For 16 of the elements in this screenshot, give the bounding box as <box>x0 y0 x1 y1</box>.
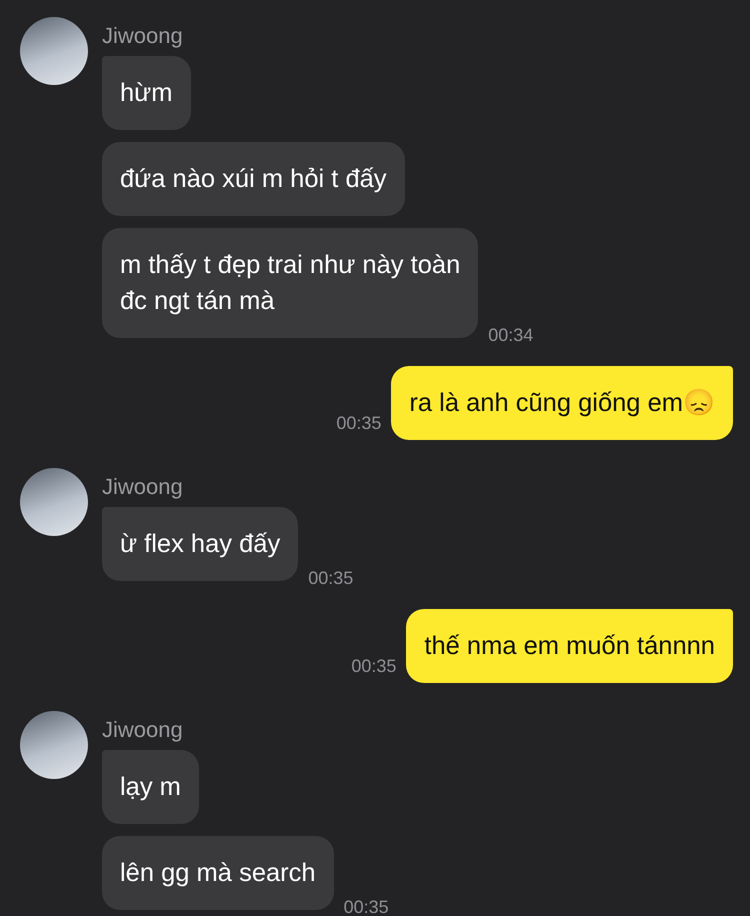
sender-name: Jiwoong <box>102 717 184 743</box>
timestamp: 00:35 <box>336 413 382 434</box>
message-bubble: lên gg mà search <box>102 836 334 910</box>
sender-name: Jiwoong <box>102 474 184 500</box>
timestamp: 00:35 <box>351 656 396 677</box>
sender-name: Jiwoong <box>102 23 184 49</box>
message-bubble: lạy m <box>102 750 199 824</box>
message-bubble: thế nma em muốn tánnnn <box>406 609 733 683</box>
timestamp: 00:35 <box>308 568 354 589</box>
message-bubble: ừ flex hay đấy <box>102 507 298 581</box>
message-bubble: hừm <box>102 56 190 130</box>
message-bubble: m thấy t đẹp trai như này toàn đc ngt tán mà <box>102 228 478 338</box>
message-bubble: đứa nào xúi m hỏi t đấy <box>102 142 405 216</box>
message-bubble: ra là anh cũng giống em😞 <box>391 366 733 440</box>
timestamp: 00:35 <box>344 897 389 916</box>
timestamp: 00:34 <box>488 325 534 346</box>
